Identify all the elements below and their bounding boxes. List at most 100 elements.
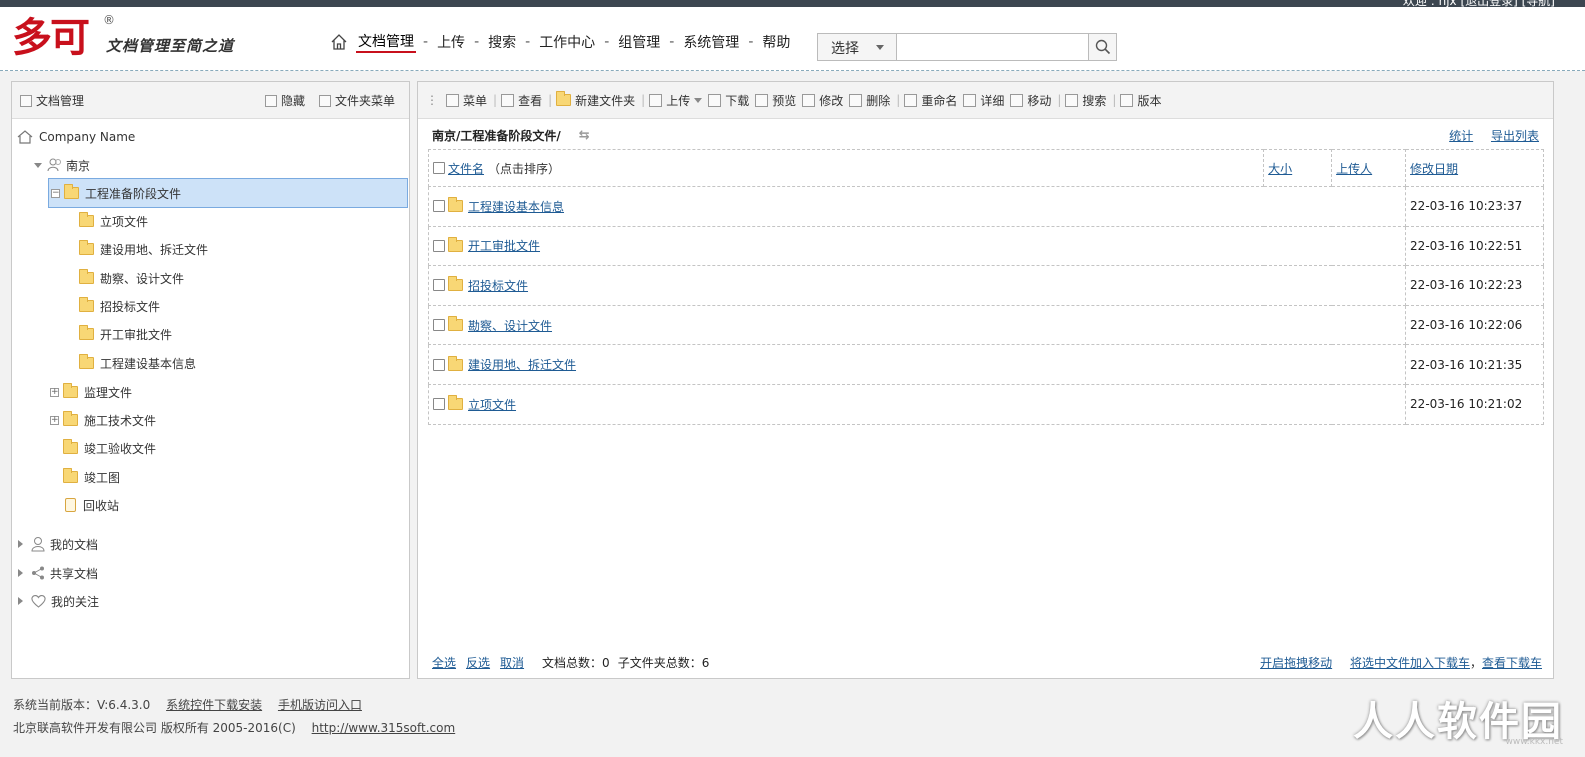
tree-item-subfolder[interactable]: 建设用地、拆迁文件 (79, 235, 208, 263)
row-checkbox[interactable] (433, 279, 445, 292)
folder-icon (448, 395, 463, 411)
file-table: 文件名 （点击排序） 大小 上传人 修改日期 工程建设基本信息 22-03-16 … (427, 149, 1544, 425)
menu-button[interactable]: 菜单 (446, 92, 487, 109)
hide-button[interactable]: 隐藏 (281, 92, 305, 109)
sort-by-size-link[interactable]: 大小 (1268, 162, 1292, 176)
export-list-link[interactable]: 导出列表 (1491, 129, 1539, 143)
upload-button[interactable]: 上传 (649, 92, 703, 109)
search-scope-select[interactable]: 选择 (817, 33, 897, 61)
nav-item-docs[interactable]: 文档管理 (356, 31, 416, 53)
new-folder-button[interactable]: 新建文件夹 (556, 91, 635, 109)
expand-icon[interactable] (18, 540, 23, 548)
expand-icon[interactable] (18, 597, 23, 605)
tree-section-shared-docs[interactable]: 共享文档 (18, 559, 98, 587)
nav-item-help[interactable]: 帮助 (760, 32, 792, 52)
tree-item-subfolder[interactable]: 招投标文件 (79, 292, 160, 320)
row-checkbox[interactable] (433, 358, 445, 371)
stats-link[interactable]: 统计 (1449, 129, 1473, 143)
watermark-url: www.kkx.net (1505, 737, 1564, 747)
expand-toggle-icon[interactable]: + (50, 387, 59, 397)
tree-item-subfolder[interactable]: 开工审批文件 (79, 320, 172, 348)
tree-item-subfolder[interactable]: 立项文件 (79, 207, 148, 235)
folder-icon (63, 411, 78, 426)
folder-link[interactable]: 勘察、设计文件 (468, 317, 552, 334)
detail-label: 详细 (980, 93, 1005, 108)
folder-link[interactable]: 开工审批文件 (468, 237, 540, 254)
expand-icon[interactable] (18, 569, 23, 577)
control-download-link[interactable]: 系统控件下载安装 (166, 698, 262, 712)
sort-by-date-link[interactable]: 修改日期 (1410, 162, 1458, 176)
download-label: 下载 (725, 93, 750, 108)
tree-item-folder[interactable]: 竣工验收文件 (63, 434, 156, 462)
cancel-selection-link[interactable]: 取消 (500, 654, 524, 671)
heart-icon (31, 595, 46, 608)
search-icon (1065, 93, 1079, 107)
folder-link[interactable]: 工程建设基本信息 (468, 198, 564, 215)
row-checkbox[interactable] (433, 200, 445, 213)
refresh-icon[interactable]: ⇆ (579, 128, 590, 143)
collapse-icon[interactable] (20, 94, 32, 107)
table-row: 立项文件 22-03-16 10:21:02 (427, 383, 1544, 425)
tree-section-favorites[interactable]: 我的关注 (18, 587, 99, 615)
detail-button[interactable]: 详细 (963, 92, 1004, 109)
mobile-link[interactable]: 手机版访问入口 (278, 698, 362, 712)
preview-button[interactable]: 预览 (755, 92, 796, 109)
sort-by-name-link[interactable]: 文件名 (448, 160, 484, 177)
folder-icon (79, 212, 94, 227)
move-button[interactable]: 移动 (1010, 92, 1051, 109)
tree-item-subfolder[interactable]: 勘察、设计文件 (79, 264, 184, 292)
row-checkbox[interactable] (433, 239, 445, 252)
expand-toggle-icon[interactable]: + (50, 415, 59, 425)
move-label: 移动 (1027, 93, 1052, 108)
tree-item-folder[interactable]: + 施工技术文件 (50, 406, 156, 434)
tree-label: 南京 (66, 158, 91, 173)
drag-move-link[interactable]: 开启拖拽移动 (1260, 656, 1332, 670)
tree-item-selected-folder[interactable]: − 工程准备阶段文件 (48, 178, 408, 208)
folder-menu-button[interactable]: 文件夹菜单 (335, 92, 395, 109)
download-button[interactable]: 下载 (708, 92, 749, 109)
nav-item-search[interactable]: 搜索 (486, 32, 518, 52)
select-all-link[interactable]: 全选 (432, 654, 456, 671)
view-button[interactable]: 查看 (501, 92, 542, 109)
tree-item-group[interactable]: 南京 (34, 151, 90, 179)
list-footer: 全选 反选 取消 文档总数：0 子文件夹总数：6 开启拖拽移动 将选中文件加入下… (432, 654, 1542, 671)
tree-section-my-docs[interactable]: 我的文档 (18, 530, 98, 558)
table-row: 工程建设基本信息 22-03-16 10:23:37 (427, 186, 1544, 227)
tree-item-recycle-bin[interactable]: 回收站 (65, 491, 119, 519)
collapse-toggle-icon[interactable]: − (51, 188, 60, 198)
slogan: 文档管理至简之道 (106, 37, 235, 55)
tree-item-folder[interactable]: 竣工图 (63, 463, 120, 491)
nav-item-system[interactable]: 系统管理 (681, 32, 741, 52)
invert-selection-link[interactable]: 反选 (466, 654, 490, 671)
tree-label: 开工审批文件 (100, 327, 173, 342)
website-link[interactable]: http://www.315soft.com (312, 721, 456, 735)
tree-item-subfolder[interactable]: 工程建设基本信息 (79, 349, 196, 377)
add-to-cart-link[interactable]: 将选中文件加入下载车 (1350, 656, 1470, 670)
expand-icon[interactable] (34, 162, 42, 168)
search-button[interactable] (1089, 33, 1117, 61)
search-input[interactable] (897, 33, 1089, 61)
row-checkbox[interactable] (433, 398, 445, 411)
view-cart-link[interactable]: 查看下载车 (1482, 656, 1542, 670)
nav-item-workcenter[interactable]: 工作中心 (537, 32, 597, 52)
tree-item-company[interactable]: Company Name (17, 123, 135, 151)
folder-link[interactable]: 立项文件 (468, 396, 516, 413)
toolbar-search-button[interactable]: 搜索 (1065, 92, 1106, 109)
folder-link[interactable]: 建设用地、拆迁文件 (468, 356, 576, 373)
new-folder-icon (556, 91, 572, 106)
search-label: 搜索 (1082, 93, 1107, 108)
row-checkbox[interactable] (433, 319, 445, 332)
nav-item-upload[interactable]: 上传 (435, 32, 467, 52)
tree-label: 施工技术文件 (84, 413, 157, 428)
folder-link[interactable]: 招投标文件 (468, 277, 528, 294)
tree-item-folder[interactable]: + 监理文件 (50, 378, 132, 406)
sort-by-uploader-link[interactable]: 上传人 (1336, 162, 1372, 176)
delete-button[interactable]: 删除 (849, 92, 890, 109)
rename-button[interactable]: 重命名 (904, 92, 957, 109)
edit-button[interactable]: 修改 (802, 92, 843, 109)
select-all-checkbox[interactable] (433, 162, 445, 174)
nav-item-groups[interactable]: 组管理 (616, 32, 662, 52)
table-row: 开工审批文件 22-03-16 10:22:51 (427, 225, 1544, 267)
home-icon[interactable] (330, 33, 348, 51)
version-button[interactable]: 版本 (1120, 92, 1161, 109)
